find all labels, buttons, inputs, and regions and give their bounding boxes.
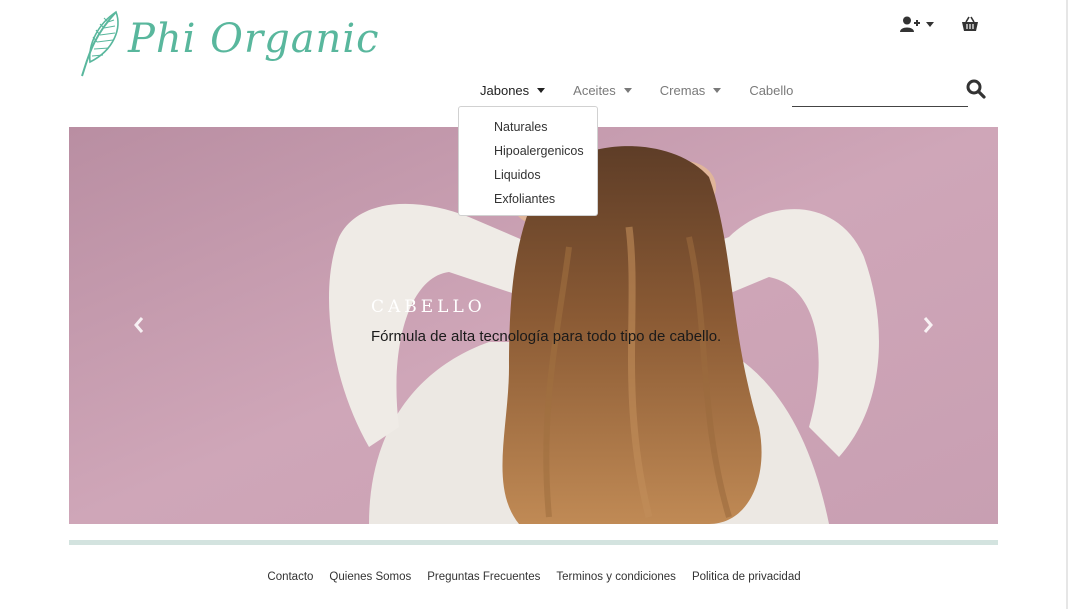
brand-name: Phi Organic <box>128 16 380 62</box>
dropdown-item-naturales[interactable]: Naturales <box>459 116 597 140</box>
chevron-left-icon <box>134 317 144 333</box>
chevron-down-icon <box>713 87 722 93</box>
carousel-caption-title: CABELLO <box>371 297 486 317</box>
footer-link-quienes-somos[interactable]: Quienes Somos <box>329 571 411 583</box>
search-button[interactable] <box>966 79 990 101</box>
dropdown-item-exfoliantes[interactable]: Exfoliantes <box>459 188 597 212</box>
nav-item-label: Cabello <box>749 82 794 98</box>
nav-item-jabones[interactable]: Jabones <box>480 80 546 100</box>
chevron-down-icon <box>537 87 546 93</box>
basket-icon <box>962 16 978 31</box>
search-input[interactable] <box>792 80 968 107</box>
main-nav: Jabones Aceites Cremas Cabello <box>470 80 821 100</box>
brand-logo[interactable]: Phi Organic <box>78 8 379 80</box>
footer-link-contacto[interactable]: Contacto <box>267 571 313 583</box>
footer-links: Contacto Quienes Somos Preguntas Frecuen… <box>0 571 1068 583</box>
footer-link-terminos[interactable]: Terminos y condiciones <box>556 571 676 583</box>
leaf-icon <box>81 10 119 77</box>
footer-link-privacidad[interactable]: Politica de privacidad <box>692 571 801 583</box>
footer-link-preguntas-frecuentes[interactable]: Preguntas Frecuentes <box>427 571 540 583</box>
nav-item-label: Jabones <box>480 82 530 98</box>
carousel-prev-button[interactable] <box>124 310 154 340</box>
carousel-next-button[interactable] <box>913 310 943 340</box>
footer-divider <box>69 540 998 545</box>
nav-item-cremas[interactable]: Cremas <box>660 80 722 100</box>
nav-item-label: Cremas <box>659 82 706 98</box>
carousel-caption-text: Fórmula de alta tecnología para todo tip… <box>371 328 722 345</box>
user-plus-icon <box>900 16 920 32</box>
jabones-dropdown-menu: Naturales Hipoalergenicos Liquidos Exfol… <box>458 106 598 216</box>
search-icon <box>966 79 986 99</box>
nav-item-aceites[interactable]: Aceites <box>573 80 632 100</box>
cart-button[interactable] <box>961 12 979 36</box>
nav-item-label: Aceites <box>573 82 616 98</box>
chevron-down-icon <box>623 87 632 93</box>
user-menu-button[interactable] <box>900 12 934 36</box>
dropdown-item-hipoalergenicos[interactable]: Hipoalergenicos <box>459 140 597 164</box>
chevron-right-icon <box>923 317 933 333</box>
chevron-down-icon <box>926 21 934 27</box>
nav-item-cabello[interactable]: Cabello <box>749 80 793 100</box>
dropdown-item-liquidos[interactable]: Liquidos <box>459 164 597 188</box>
